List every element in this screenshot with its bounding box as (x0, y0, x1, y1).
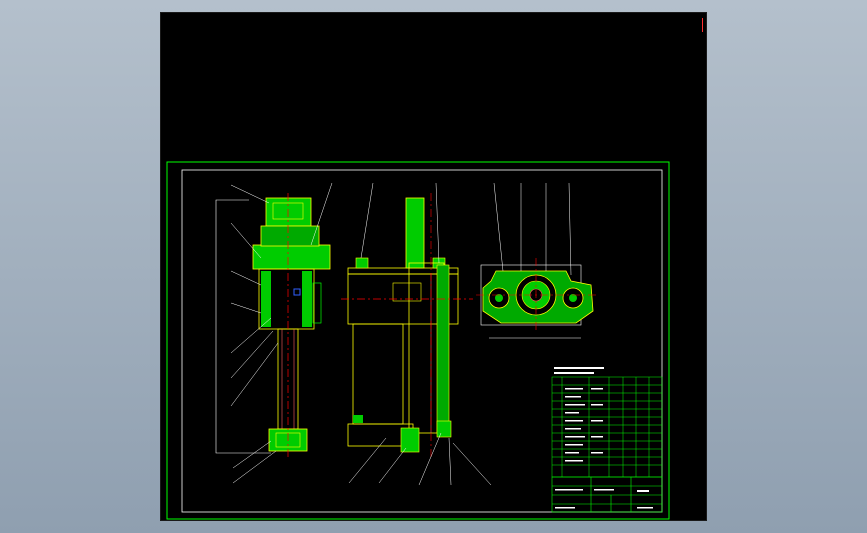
side-view (341, 182, 492, 486)
title-block-text-marks (555, 489, 653, 509)
cursor-mark (702, 18, 703, 32)
parts-list-text-marks (554, 367, 604, 462)
title-block (551, 476, 663, 513)
cad-drawing (166, 161, 670, 520)
parts-list (551, 376, 663, 478)
cad-viewport[interactable] (160, 12, 707, 521)
top-view (476, 182, 599, 339)
front-section-view (215, 182, 333, 484)
